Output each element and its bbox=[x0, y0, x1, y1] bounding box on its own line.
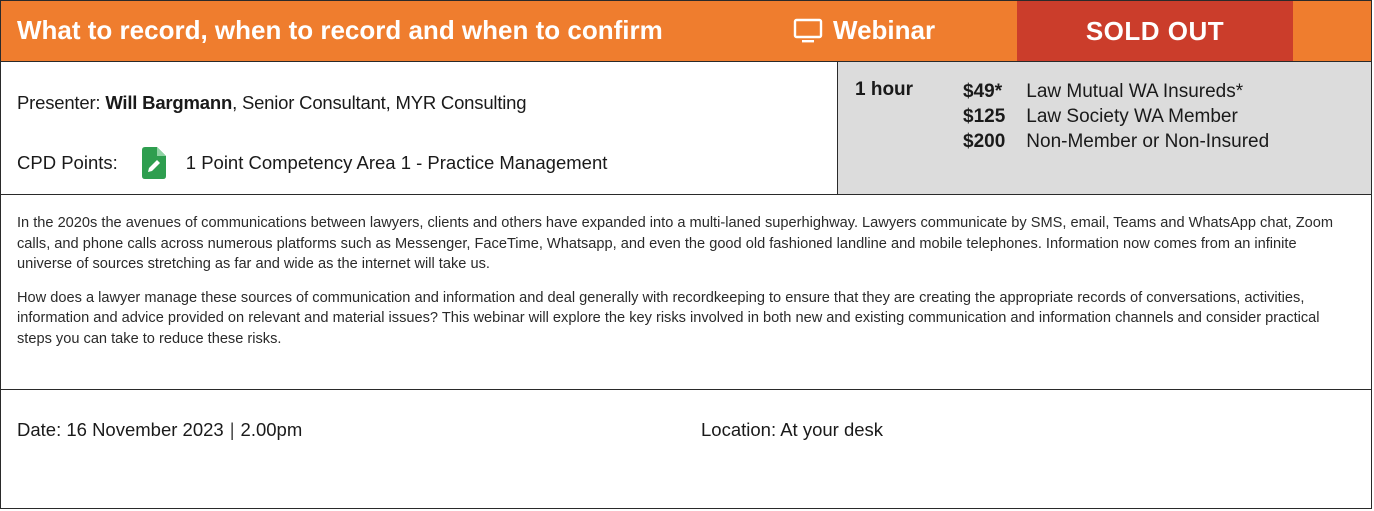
document-pen-icon bbox=[141, 147, 166, 179]
event-header: What to record, when to record and when … bbox=[1, 1, 1371, 62]
time-value: 2.00pm bbox=[240, 419, 303, 440]
event-format-label: Webinar bbox=[833, 15, 936, 45]
price-list: $49* Law Mutual WA Insureds* $125 Law So… bbox=[963, 79, 1269, 154]
cpd-line: CPD Points: 1 Point Competency Area 1 - … bbox=[17, 147, 607, 179]
price-label: Law Mutual WA Insureds* bbox=[1026, 81, 1244, 102]
location-value: At your desk bbox=[780, 419, 884, 440]
price-amount: $125 bbox=[963, 106, 1006, 127]
presenter-label: Presenter: bbox=[17, 92, 101, 113]
price-row: $125 Law Society WA Member bbox=[963, 104, 1269, 129]
date-line: Date: 16 November 2023 | 2.00pm bbox=[17, 419, 302, 441]
presenter-line: Presenter: Will Bargmann, Senior Consult… bbox=[17, 92, 527, 114]
location-label: Location: bbox=[701, 419, 777, 440]
cpd-label: CPD Points: bbox=[17, 152, 118, 173]
event-info: Presenter: Will Bargmann, Senior Consult… bbox=[1, 62, 1371, 195]
presenter-name: Will Bargmann bbox=[105, 92, 233, 113]
price-label: Non-Member or Non-Insured bbox=[1026, 131, 1270, 152]
description-paragraph: In the 2020s the avenues of communicatio… bbox=[17, 215, 1334, 272]
event-duration: 1 hour bbox=[855, 79, 914, 100]
date-label: Date: bbox=[17, 419, 62, 440]
event-card: What to record, when to record and when … bbox=[0, 0, 1372, 509]
event-description: In the 2020s the avenues of communicatio… bbox=[1, 195, 1371, 390]
date-separator: | bbox=[229, 419, 235, 440]
price-amount: $200 bbox=[963, 131, 1006, 152]
price-amount: $49* bbox=[963, 81, 1003, 102]
presenter-role: , Senior Consultant, MYR Consulting bbox=[232, 92, 527, 113]
pricing-panel: 1 hour $49* Law Mutual WA Insureds* $125… bbox=[837, 62, 1371, 194]
cpd-value: 1 Point Competency Area 1 - Practice Man… bbox=[185, 152, 608, 173]
description-paragraph: How does a lawyer manage these sources o… bbox=[17, 289, 1320, 347]
event-title: What to record, when to record and when … bbox=[17, 15, 663, 45]
price-row: $49* Law Mutual WA Insureds* bbox=[963, 79, 1269, 104]
monitor-icon bbox=[793, 18, 823, 42]
price-label: Law Society WA Member bbox=[1026, 106, 1238, 127]
location-line: Location: At your desk bbox=[701, 419, 883, 441]
sold-out-badge: SOLD OUT bbox=[1017, 1, 1293, 61]
date-value: 16 November 2023 bbox=[66, 419, 224, 440]
price-row: $200 Non-Member or Non-Insured bbox=[963, 129, 1269, 154]
event-format: Webinar bbox=[793, 15, 935, 46]
event-footer: Date: 16 November 2023 | 2.00pm Location: … bbox=[1, 390, 1371, 508]
